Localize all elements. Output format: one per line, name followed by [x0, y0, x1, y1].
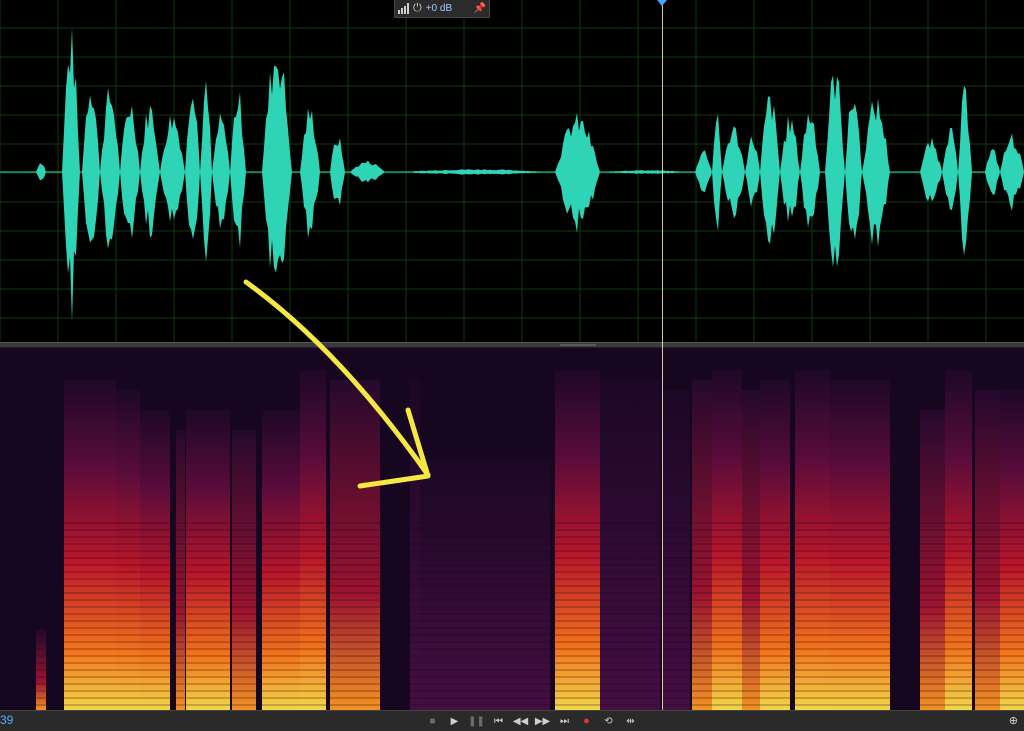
zoom-icon[interactable]: ⊕ [1009, 714, 1018, 727]
stop-button[interactable]: ■ [425, 714, 440, 728]
waveform-display[interactable] [0, 0, 1024, 342]
record-button[interactable]: ● [579, 714, 594, 728]
gain-value: +0 dB [425, 3, 453, 14]
spectrogram-energy [0, 370, 1024, 710]
waveform-trace [36, 27, 1024, 323]
audio-editor: ⏻ +0 dB 📌 39 ■ ▶ ❚❚ ⏮ ◀◀ ▶▶ ⏭ ● ⟲ ⇹ ⊕ [0, 0, 1024, 731]
level-meter-icon [398, 3, 409, 14]
loop-button[interactable]: ⟲ [601, 714, 616, 728]
fast-forward-button[interactable]: ▶▶ [535, 714, 550, 728]
spectrogram-display[interactable] [0, 348, 1024, 710]
skip-selection-button[interactable]: ⇹ [623, 714, 638, 728]
playhead-marker-icon[interactable] [657, 0, 667, 6]
spectrogram-view[interactable] [0, 348, 1024, 710]
play-button[interactable]: ▶ [447, 714, 462, 728]
rewind-button[interactable]: ◀◀ [513, 714, 528, 728]
time-display[interactable]: 39 [0, 713, 13, 727]
gain-hud[interactable]: ⏻ +0 dB 📌 [394, 0, 490, 18]
transport-bar: 39 ■ ▶ ❚❚ ⏮ ◀◀ ▶▶ ⏭ ● ⟲ ⇹ ⊕ [0, 710, 1024, 731]
go-to-start-button[interactable]: ⏮ [491, 714, 506, 728]
waveform-view[interactable]: ⏻ +0 dB 📌 [0, 0, 1024, 342]
divider-grip[interactable] [560, 344, 596, 346]
transport-controls: ■ ▶ ❚❚ ⏮ ◀◀ ▶▶ ⏭ ● ⟲ ⇹ [425, 714, 638, 728]
pin-icon[interactable]: 📌 [474, 3, 486, 14]
playhead-cursor[interactable] [662, 0, 663, 710]
pause-button[interactable]: ❚❚ [468, 714, 485, 728]
gain-knob-icon[interactable]: ⏻ [413, 3, 422, 14]
go-to-end-button[interactable]: ⏭ [557, 714, 572, 728]
